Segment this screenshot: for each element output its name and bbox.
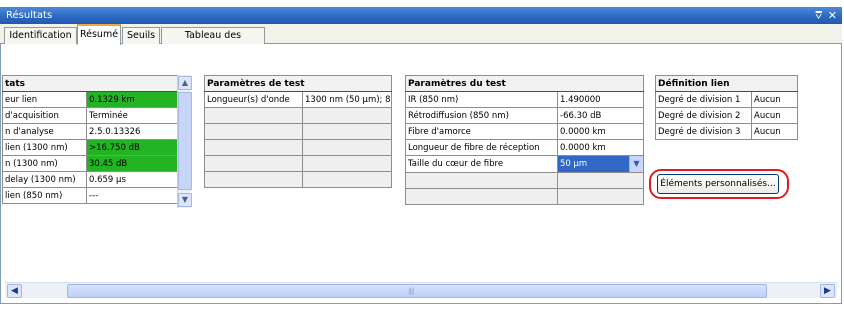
table-row: Degré de division 2 Aucun — [655, 107, 798, 124]
scroll-left-icon[interactable]: ◀ — [7, 284, 22, 298]
window-title: Résultats — [6, 10, 53, 21]
tab-strip: Identification Résumé Seuils Tableau des… — [0, 24, 842, 56]
table-row: Longueur de fibre de réception 0.0000 km — [405, 139, 644, 156]
tab-resume[interactable]: Résumé — [77, 24, 121, 45]
tab-seuils[interactable]: Seuils — [122, 27, 160, 44]
scroll-down-icon[interactable]: ▼ — [178, 193, 192, 207]
status-table-scrollbar[interactable]: ▲ ▼ — [177, 75, 192, 208]
table-row: Longueur(s) d'onde 1300 nm (50 µm); 8 — [204, 91, 393, 108]
table-row — [405, 188, 644, 205]
table-row: Rétrodiffusion (850 nm) -66.30 dB — [405, 107, 644, 124]
status-table: tats eur lien 0.1329 km d'acquisition Term… — [1, 75, 179, 204]
tab-identification[interactable]: Identification — [4, 27, 77, 44]
table-row: n (1300 nm) 30.45 dB — [2, 155, 179, 172]
custom-elements-button[interactable]: Éléments personnalisés... — [657, 174, 779, 194]
receive-fiber-field[interactable]: 0.0000 km — [557, 139, 644, 156]
table-row — [204, 155, 393, 172]
window-title-bar: Résultats ⩢ ✕ — [0, 7, 842, 24]
table-row: d'acquisition Terminée — [2, 107, 179, 124]
close-icon[interactable]: ✕ — [828, 7, 837, 24]
table-row — [204, 107, 393, 124]
test-parameters-header: Paramètres de test — [203, 75, 393, 92]
tab-tableau-elements[interactable]: Tableau des éléments — [161, 27, 265, 56]
table-row: Fibre d'amorce 0.0000 km — [405, 123, 644, 140]
table-row — [405, 172, 644, 189]
table-row: Taille du cœur de fibre 50 µm ▼ — [405, 155, 644, 173]
core-size-select[interactable]: 50 µm ▼ — [557, 155, 644, 173]
launch-fiber-field[interactable]: 0.0000 km — [557, 123, 644, 140]
ir-field[interactable]: 1.490000 — [557, 91, 644, 108]
test-settings-header: Paramètres du test — [405, 75, 644, 92]
table-row: eur lien 0.1329 km — [2, 91, 179, 108]
status-table-header: tats — [1, 75, 179, 92]
table-row — [204, 139, 393, 156]
pass-cell: 0.1329 km — [85, 91, 179, 108]
scroll-right-icon[interactable]: ▶ — [820, 284, 835, 298]
table-row — [204, 171, 393, 188]
pin-icon[interactable]: ⩢ — [815, 7, 822, 24]
results-panel: tats eur lien 0.1329 km d'acquisition Term… — [0, 44, 842, 304]
test-parameters-table: Paramètres de test Longueur(s) d'onde 130… — [203, 75, 393, 188]
link-definition-header: Définition lien — [655, 75, 798, 92]
scroll-up-icon[interactable]: ▲ — [178, 76, 192, 90]
backscatter-field[interactable]: -66.30 dB — [557, 107, 644, 124]
scroll-thumb[interactable] — [178, 92, 192, 190]
pass-cell: >16.750 dB — [85, 139, 179, 156]
test-settings-table: Paramètres du test IR (850 nm) 1.490000 R… — [405, 75, 644, 205]
grip-icon: |||| — [408, 287, 415, 295]
pass-cell: 30.45 dB — [85, 155, 179, 172]
scroll-thumb[interactable]: |||| — [67, 284, 767, 298]
table-row: delay (1300 nm) 0.659 µs — [2, 171, 179, 188]
table-row — [204, 123, 393, 140]
table-row: lien (1300 nm) >16.750 dB — [2, 139, 179, 156]
link-definition-table: Définition lien Degré de division 1 Aucun… — [655, 75, 798, 140]
table-row: lien (850 nm) --- — [2, 187, 179, 204]
horizontal-scrollbar[interactable]: ◀ |||| ▶ — [5, 282, 837, 298]
chevron-down-icon[interactable]: ▼ — [629, 156, 643, 172]
table-row: IR (850 nm) 1.490000 — [405, 91, 644, 108]
table-row: Degré de division 3 Aucun — [655, 123, 798, 140]
table-row: Degré de division 1 Aucun — [655, 91, 798, 108]
table-row: n d'analyse 2.5.0.13326 — [2, 123, 179, 140]
